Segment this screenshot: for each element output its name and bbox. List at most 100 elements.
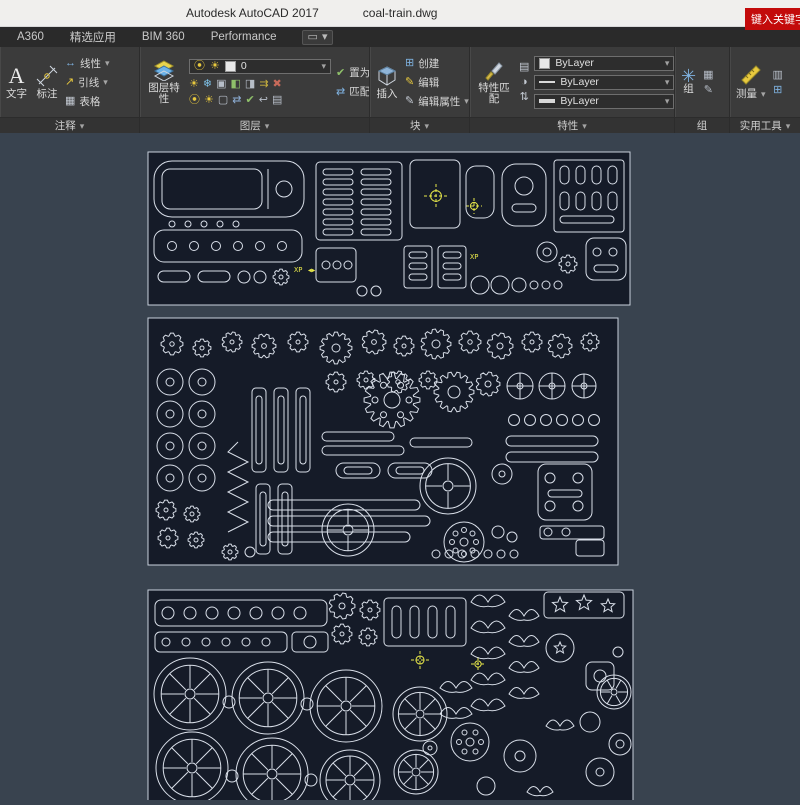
layer-thaw-icon[interactable]: ☀ (204, 94, 214, 106)
ribbon-display-toggle[interactable]: ▭ ▾ (302, 30, 334, 45)
panel-label-layers[interactable]: 图层 ▾ (140, 117, 369, 133)
search-box[interactable]: 键入关键字或短语 (745, 8, 800, 30)
layers-icon (153, 59, 175, 81)
layer-off-icon[interactable]: ☀ (189, 78, 199, 90)
bulb-icon: ⦿ (194, 60, 205, 72)
svg-text:XP: XP (294, 266, 302, 274)
panel-annotation: A 文字 标注 ↔ 线性 ▾ ↗ 引线 (0, 47, 140, 133)
leader-label: 引线 (78, 75, 99, 90)
ribbon-tab-bar: A360 精选应用 BIM 360 Performance ▭ ▾ (0, 27, 800, 47)
caret-down-icon: ▾ (103, 76, 108, 88)
panel-label-text: 组 (697, 118, 708, 133)
object-color-icon[interactable]: ▤ (519, 61, 529, 73)
set-current-label: 置为当前 (349, 65, 369, 80)
cad-drawing[interactable]: XP ◀▶ XP (0, 133, 800, 800)
lineweight-sample (539, 99, 555, 103)
panel-label-utilities[interactable]: 实用工具 ▾ (730, 117, 800, 133)
layer-freeze-icon[interactable]: ❄ (203, 78, 212, 90)
edit-attributes-button[interactable]: ✎ 编辑属性 ▾ (405, 94, 469, 109)
measure-label: 测量 (736, 89, 757, 100)
quick-calc-icon[interactable]: ⊞ (773, 84, 782, 96)
group-edit-icon[interactable]: ✎ (704, 84, 713, 96)
layer-previous-icon[interactable]: ↩ (259, 94, 268, 106)
layer-walk-icon[interactable]: ⇄ (232, 94, 241, 106)
panel-properties: 特性匹配 ▤◑⇅ ByLayer ▾ ByLayer ▾ B (470, 47, 675, 133)
caret-down-icon: ▾ (665, 95, 670, 107)
list-props-icon[interactable]: ⇅ (520, 91, 529, 103)
panel-label-text: 实用工具 (740, 118, 782, 133)
measure-button[interactable]: 测量 ▾ (734, 63, 768, 101)
ungroup-icon[interactable]: ▦ (703, 69, 713, 81)
caret-down-icon: ▾ (665, 76, 670, 88)
dimension-tool-label: 标注 (37, 89, 58, 100)
transparency-icon[interactable]: ◑ (521, 76, 528, 88)
linear-label: 线性 (80, 56, 101, 71)
match-layer-label: 匹配图层 (349, 84, 369, 99)
svg-text:XP: XP (470, 253, 478, 261)
properties-left-tools: ▤ ◑ ⇅ (519, 61, 529, 103)
edit-block-button[interactable]: ✎ 编辑 (405, 75, 469, 90)
tab-bim360[interactable]: BIM 360 (129, 27, 198, 47)
set-current-layer-button[interactable]: ✔ 置为当前 (336, 65, 369, 80)
paintbrush-icon (483, 59, 505, 81)
app-title: Autodesk AutoCAD 2017 (186, 6, 319, 20)
group-tools: ▦✎ (703, 69, 713, 96)
layer-dropdown[interactable]: ⦿ ☀ 0 ▾ (189, 59, 331, 74)
title-bar: Autodesk AutoCAD 2017 coal-train.dwg (0, 0, 800, 27)
layer-merge-icon[interactable]: ⇉ (259, 78, 268, 90)
panel-label-properties[interactable]: 特性 ▾ (470, 117, 674, 133)
search-placeholder: 键入关键字或短语 (751, 11, 800, 27)
leader-icon: ↗ (65, 76, 74, 88)
panel-label-text: 块 (410, 118, 421, 133)
quick-select-icon[interactable]: ▥ (773, 69, 783, 81)
create-block-icon: ⊞ (405, 57, 414, 69)
linetype-dropdown[interactable]: ByLayer ▾ (534, 75, 674, 90)
group-button[interactable]: ✳ 组 (679, 69, 698, 96)
layer-properties-button[interactable]: 图层特性 (144, 58, 184, 106)
layer-lock-icon[interactable]: ▣ (216, 78, 226, 90)
object-color-dropdown[interactable]: ByLayer ▾ (534, 56, 674, 71)
tab-a360[interactable]: A360 (4, 27, 57, 47)
layer-states-icon[interactable]: ▤ (272, 94, 282, 106)
match-properties-button[interactable]: 特性匹配 (474, 58, 514, 106)
text-tool-button[interactable]: A 文字 (4, 64, 29, 101)
tab-performance[interactable]: Performance (198, 27, 290, 47)
panel-label-block[interactable]: 块 ▾ (370, 117, 469, 133)
linetype-sample (539, 81, 555, 83)
panel-label-text: 注释 (55, 118, 76, 133)
text-icon: A (9, 65, 25, 87)
match-layer-button[interactable]: ⇄ 匹配图层 (336, 84, 369, 99)
caret-down-icon: ▾ (582, 120, 587, 132)
table-button[interactable]: ▦ 表格 (65, 94, 110, 109)
tab-featured-apps[interactable]: 精选应用 (57, 27, 129, 47)
table-label: 表格 (79, 94, 100, 109)
leader-button[interactable]: ↗ 引线 ▾ (65, 75, 110, 90)
ribbon: A 文字 标注 ↔ 线性 ▾ ↗ 引线 (0, 47, 800, 133)
insert-cube-icon (376, 65, 398, 87)
caret-down-icon: ▾ (105, 57, 110, 69)
layer-match-icon[interactable]: ✔ (246, 94, 255, 106)
drawing-area[interactable]: XP ◀▶ XP (0, 133, 800, 800)
create-block-button[interactable]: ⊞ 创建 (405, 56, 469, 71)
svg-text:◀▶: ◀▶ (308, 267, 316, 274)
lineweight-dropdown[interactable]: ByLayer ▾ (534, 94, 674, 109)
layer-delete-icon[interactable]: ✖ (273, 78, 282, 90)
dimension-tool-button[interactable]: 标注 (34, 64, 60, 101)
linear-dim-button[interactable]: ↔ 线性 ▾ (65, 56, 110, 71)
layer-unisolate-icon[interactable]: ◨ (245, 78, 255, 90)
edit-attributes-label: 编辑属性 (418, 94, 460, 109)
layer-tools-row-1: ☀ ❄ ▣ ◧ ◨ ⇉ ✖ (189, 78, 331, 90)
layer-isolate-icon[interactable]: ◧ (231, 78, 241, 90)
group-star-icon: ✳ (681, 70, 696, 82)
panel-group: ✳ 组 ▦✎ 组 (675, 47, 730, 133)
match-properties-label: 特性匹配 (476, 83, 512, 105)
layer-tools-row-2: ⦿ ☀ ▢ ⇄ ✔ ↩ ▤ (189, 94, 331, 106)
edit-attributes-icon: ✎ (405, 95, 414, 107)
layer-unlock-icon[interactable]: ▢ (218, 94, 228, 106)
panel-utilities: 测量 ▾ ▥ ⊞ 实用工具 ▾ (730, 47, 800, 133)
insert-block-button[interactable]: 插入 (374, 64, 400, 101)
panel-label-annotation[interactable]: 注释 ▾ (0, 117, 139, 133)
check-icon: ✔ (336, 67, 345, 79)
panel-label-group[interactable]: 组 (675, 117, 729, 133)
layer-on-icon[interactable]: ⦿ (189, 94, 200, 106)
